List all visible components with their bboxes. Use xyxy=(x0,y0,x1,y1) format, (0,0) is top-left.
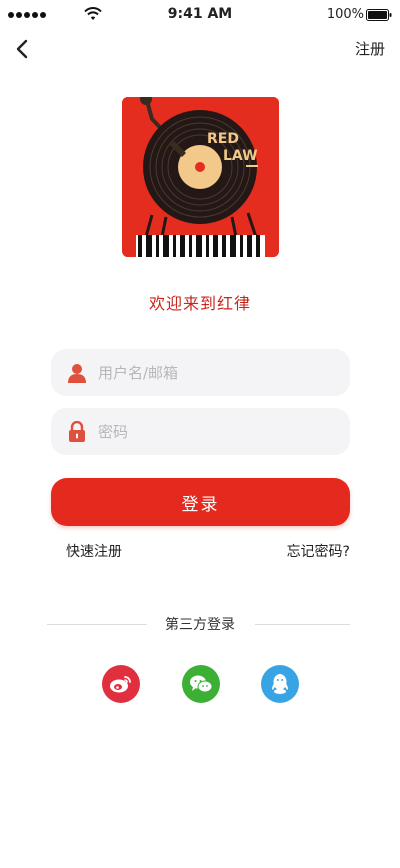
user-icon xyxy=(66,362,88,384)
lock-icon xyxy=(66,421,88,443)
back-button[interactable] xyxy=(10,36,34,62)
vinyl-record-icon: RED LAW xyxy=(122,97,279,257)
app-logo: RED LAW xyxy=(122,97,279,257)
qq-icon xyxy=(272,674,288,694)
divider-right xyxy=(255,624,350,625)
battery-percent: 100% xyxy=(326,7,364,22)
logo-text-law: LAW xyxy=(223,148,258,164)
username-field-container[interactable] xyxy=(51,349,350,396)
username-input[interactable] xyxy=(98,363,328,382)
register-link[interactable]: 注册 xyxy=(355,38,385,59)
qq-login-button[interactable] xyxy=(261,665,299,703)
battery-icon xyxy=(366,9,392,21)
wechat-icon xyxy=(190,675,213,693)
wechat-login-button[interactable] xyxy=(182,665,220,703)
status-bar: 9:41 AM 100% xyxy=(0,0,400,30)
forgot-password-link[interactable]: 忘记密码? xyxy=(287,541,350,561)
password-field-container[interactable] xyxy=(51,408,350,455)
logo-text-red: RED xyxy=(207,131,239,147)
weibo-login-button[interactable] xyxy=(102,665,140,703)
password-input[interactable] xyxy=(98,422,328,441)
welcome-text: 欢迎来到红律 xyxy=(148,294,251,313)
quick-register-link[interactable]: 快速注册 xyxy=(66,541,122,561)
weibo-icon xyxy=(110,676,131,693)
chevron-left-icon xyxy=(16,39,28,59)
login-button[interactable]: 登录 xyxy=(51,478,350,526)
